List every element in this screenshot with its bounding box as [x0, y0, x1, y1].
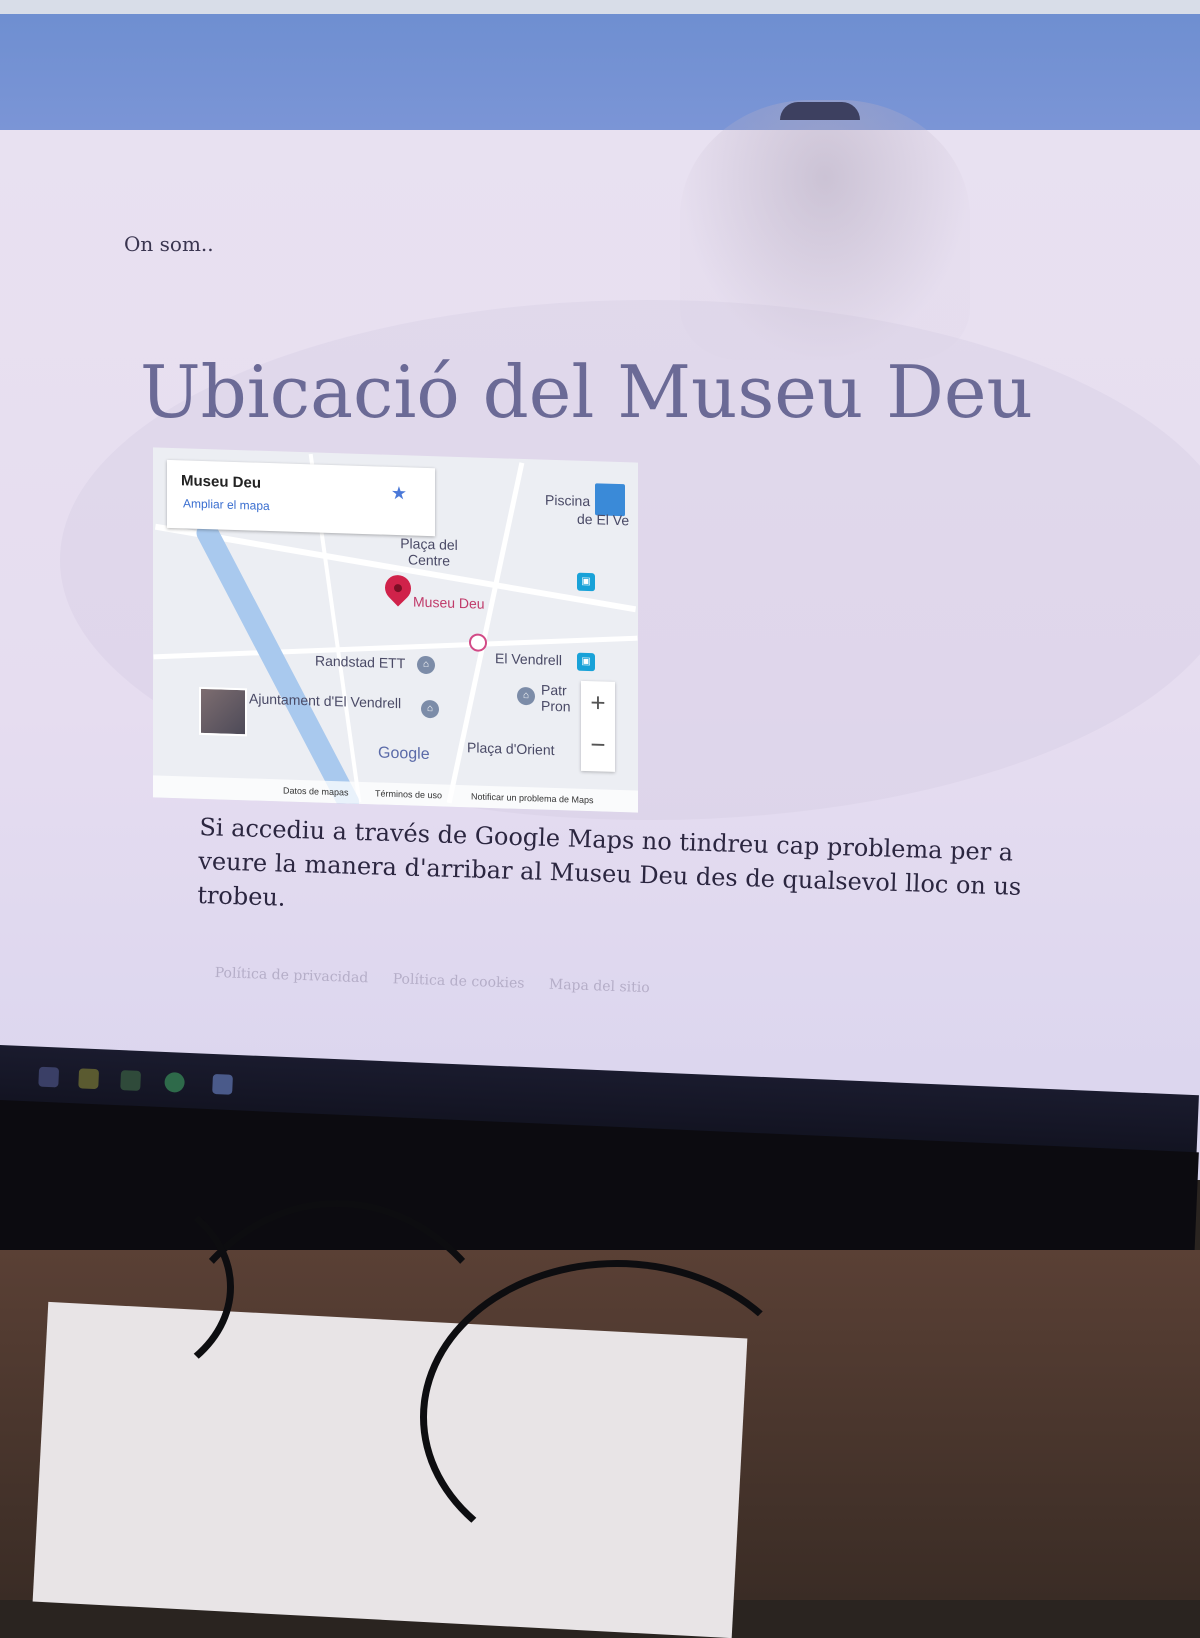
map-report-link[interactable]: Notificar un problema de Maps — [471, 791, 594, 805]
map-label-ajuntament[interactable]: Ajuntament d'El Vendrell — [249, 690, 401, 711]
museum-location-pin-icon[interactable] — [379, 569, 417, 607]
footer-links: Política de privacidad Política de cooki… — [214, 965, 669, 997]
train-station-icon[interactable]: ▣ — [577, 652, 595, 672]
map-label-patronat: Patr — [541, 681, 567, 699]
google-map-embed[interactable]: Museu Deu Ampliar el mapa ★ Piscina de E… — [153, 447, 638, 813]
map-data-link[interactable]: Datos de mapas — [283, 785, 349, 797]
hero-figure-head — [780, 102, 860, 120]
town-hall-poi-icon[interactable]: ⌂ — [421, 699, 439, 719]
enlarge-map-link[interactable]: Ampliar el mapa — [183, 496, 270, 513]
bus-stop-icon[interactable]: ▣ — [577, 572, 595, 592]
save-star-icon[interactable]: ★ — [391, 483, 407, 505]
monitor-screen: On som.. Ubicació del Museu Deu Museu De… — [0, 0, 1200, 1180]
google-logo: Google — [378, 744, 430, 764]
map-label-placa-centre: Plaça del Centre — [400, 535, 458, 569]
taskbar-app-icon[interactable] — [164, 1071, 185, 1093]
map-label-el-vendrell[interactable]: El Vendrell — [495, 650, 562, 668]
map-attribution-bar: Datos de mapas Términos de uso Notificar… — [153, 775, 638, 813]
body-paragraph: Si accediu a través de Google Maps no ti… — [196, 812, 1022, 912]
map-place-card: Museu Deu Ampliar el mapa ★ — [167, 459, 435, 537]
business-poi-icon[interactable]: ⌂ — [417, 655, 435, 675]
map-label-placa-orient: Plaça d'Orient — [467, 739, 555, 758]
browser-chrome-strip — [0, 0, 1200, 14]
map-label-museu[interactable]: Museu Deu — [413, 594, 485, 612]
cable — [420, 1260, 814, 1574]
zoom-control: + − — [581, 680, 615, 772]
map-label-piscina: Piscina — [545, 491, 591, 510]
zoom-in-button[interactable]: + — [581, 681, 615, 724]
privacy-policy-link[interactable]: Política de privacidad — [214, 965, 368, 986]
map-label-patronat-sub: Pron — [541, 697, 571, 715]
map-label-randstad[interactable]: Randstad ETT — [315, 652, 405, 671]
header-band — [0, 0, 1200, 130]
page-title: Ubicació del Museu Deu — [140, 350, 1033, 434]
sitemap-link[interactable]: Mapa del sitio — [549, 977, 650, 997]
taskbar-app-icon[interactable] — [38, 1066, 60, 1088]
cookies-policy-link[interactable]: Política de cookies — [392, 971, 524, 992]
hero-background-figure — [680, 100, 970, 360]
map-terms-link[interactable]: Términos de uso — [375, 788, 442, 800]
taskbar-app-icon[interactable] — [78, 1068, 100, 1090]
landmark-pin-icon[interactable] — [469, 633, 487, 652]
zoom-out-button[interactable]: − — [581, 723, 615, 766]
section-eyebrow: On som.. — [124, 232, 214, 256]
map-label-piscina-sub: de El Ve — [577, 510, 630, 529]
satellite-view-thumbnail[interactable] — [199, 686, 247, 737]
taskbar-app-icon[interactable] — [120, 1070, 142, 1091]
map-place-name: Museu Deu — [181, 472, 262, 492]
government-poi-icon[interactable]: ⌂ — [517, 686, 535, 706]
taskbar-app-icon[interactable] — [212, 1073, 233, 1095]
